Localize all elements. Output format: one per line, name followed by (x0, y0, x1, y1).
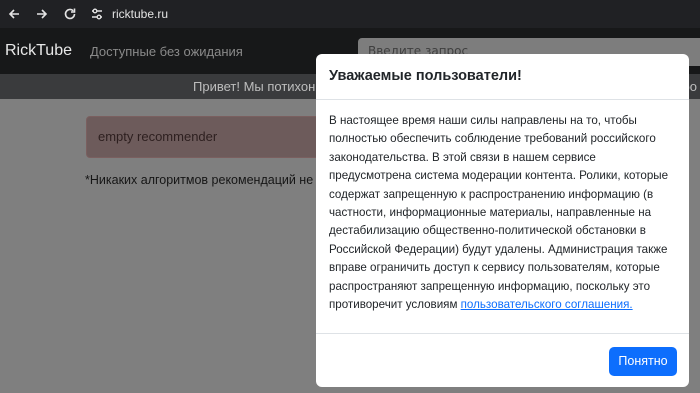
modal-body: В настоящее время наши силы направлены н… (316, 100, 689, 333)
back-arrow-icon[interactable] (0, 0, 28, 28)
moderation-modal: Уважаемые пользователи! В настоящее врем… (316, 54, 689, 387)
modal-body-text: В настоящее время наши силы направлены н… (329, 114, 669, 312)
url-text[interactable]: ricktube.ru (112, 7, 168, 21)
reload-icon[interactable] (56, 0, 84, 28)
modal-footer: Понятно (316, 333, 689, 387)
brand-logo[interactable]: RickTube (5, 42, 72, 60)
recommender-alert: empty recommender (86, 116, 336, 158)
recommendation-note: *Никаких алгоритмов рекомендаций не испо… (85, 173, 325, 187)
nav-link-available[interactable]: Доступные без ожидания (90, 44, 243, 59)
address-bar[interactable]: ricktube.ru (86, 0, 168, 28)
forward-arrow-icon[interactable] (28, 0, 56, 28)
understood-button[interactable]: Понятно (609, 347, 677, 376)
modal-title: Уважаемые пользователи! (329, 68, 522, 84)
browser-toolbar: ricktube.ru (0, 0, 700, 28)
user-agreement-link[interactable]: пользовательского соглашения. (461, 298, 633, 311)
modal-header: Уважаемые пользователи! (316, 54, 689, 100)
site-settings-icon[interactable] (86, 3, 108, 25)
